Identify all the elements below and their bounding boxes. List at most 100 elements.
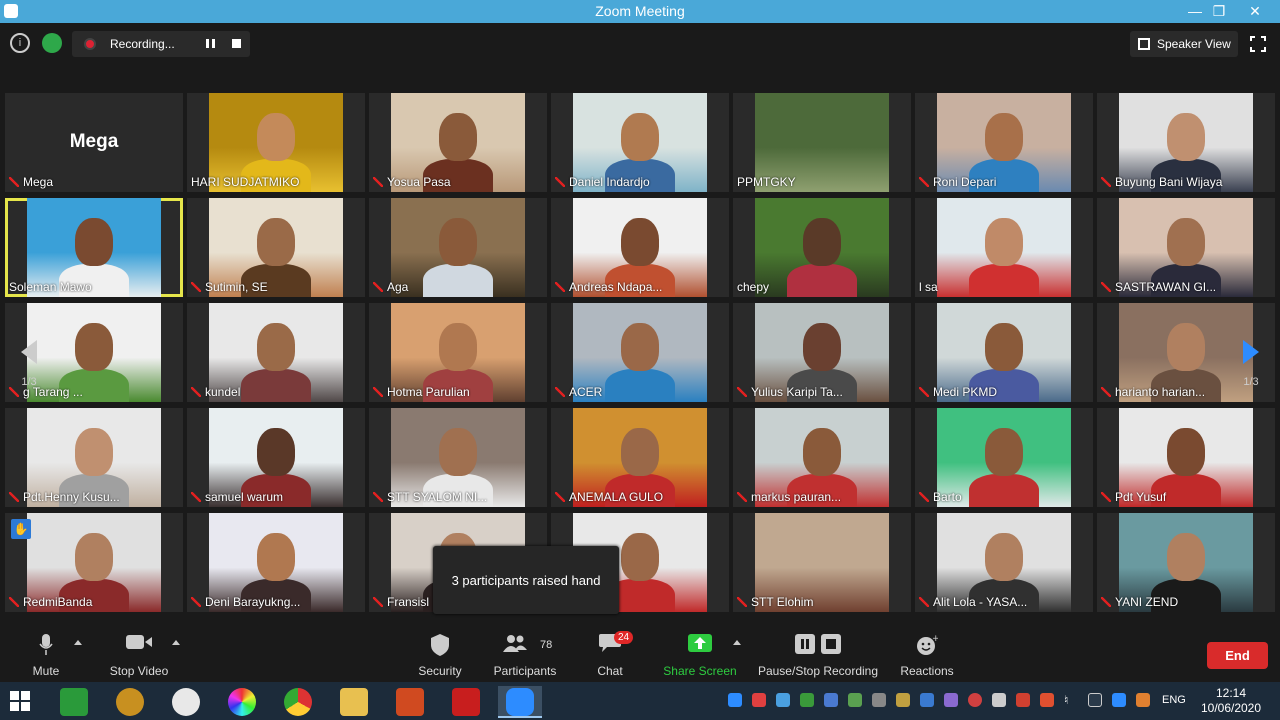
participant-tile[interactable]: Hotma Parulian: [369, 303, 547, 402]
pause-recording-icon[interactable]: [206, 39, 215, 48]
participant-tile[interactable]: STT Elohim: [733, 513, 911, 612]
participant-name-text: Sutimin, SE: [205, 280, 268, 294]
participant-tile[interactable]: Andreas Ndapa...: [551, 198, 729, 297]
shield-icon[interactable]: [42, 33, 62, 53]
language-indicator[interactable]: ENG: [1162, 694, 1186, 706]
reactions-button[interactable]: + Reactions: [896, 624, 958, 682]
muted-mic-icon: [919, 492, 929, 502]
taskbar-hp-icon[interactable]: [164, 686, 208, 718]
mute-button[interactable]: Mute: [22, 624, 70, 682]
tray-cloud-icon[interactable]: [1112, 693, 1126, 707]
participant-tile[interactable]: STT SYALOM NI...: [369, 408, 547, 507]
windows-start-icon[interactable]: [10, 691, 30, 711]
participant-tile[interactable]: Daniel Indardjo: [551, 93, 729, 192]
tray-network-icon[interactable]: [920, 693, 934, 707]
taskbar-color-icon[interactable]: [220, 686, 264, 718]
participant-tile[interactable]: Pdt.Henny Kusu...: [5, 408, 183, 507]
speaker-view-button[interactable]: Speaker View: [1130, 31, 1238, 57]
restore-button[interactable]: ❐: [1204, 0, 1234, 23]
participant-name: YANI ZEND: [1101, 595, 1178, 609]
taskbar-folder-icon[interactable]: [332, 686, 376, 718]
close-button[interactable]: ✕: [1240, 0, 1270, 23]
participant-name: samuel warum: [191, 490, 283, 504]
tray-books-icon[interactable]: [896, 693, 910, 707]
participant-tile[interactable]: Yosua Pasa: [369, 93, 547, 192]
chat-button[interactable]: 24 Chat: [588, 624, 634, 682]
fullscreen-icon[interactable]: [1250, 36, 1266, 52]
tray-input-icon[interactable]: [1136, 693, 1150, 707]
taskbar-chrome-icon[interactable]: [276, 686, 320, 718]
muted-mic-icon: [555, 387, 565, 397]
participant-tile[interactable]: samuel warum: [187, 408, 365, 507]
info-icon[interactable]: i: [10, 33, 30, 53]
participant-tile[interactable]: Roni Depari: [915, 93, 1093, 192]
muted-mic-icon: [555, 492, 565, 502]
tray-beats-icon[interactable]: [968, 693, 982, 707]
participant-name: SASTRAWAN GI...: [1101, 280, 1216, 294]
tray-dropbox-icon[interactable]: [776, 693, 790, 707]
participant-tile[interactable]: Soleman Mawo: [5, 198, 183, 297]
participant-tile[interactable]: Alit Lola - YASA...: [915, 513, 1093, 612]
wifi-signal-icon[interactable]: [1088, 693, 1102, 707]
participant-tile[interactable]: l sa: [915, 198, 1093, 297]
participant-tile[interactable]: markus pauran...: [733, 408, 911, 507]
participant-tile[interactable]: ✋ RedmiBanda: [5, 513, 183, 612]
taskbar-media-icon[interactable]: [108, 686, 152, 718]
participant-face: [75, 323, 113, 371]
video-options-caret-icon[interactable]: [172, 640, 180, 645]
participant-video: [937, 198, 1071, 297]
taskbar-clock[interactable]: 12:14 10/06/2020: [1196, 686, 1266, 716]
participant-name-large: Mega: [69, 131, 119, 152]
tray-bluetooth-icon[interactable]: [824, 693, 838, 707]
pause-stop-recording-button[interactable]: Pause/Stop Recording: [754, 624, 882, 682]
prev-page-button[interactable]: 1/3: [14, 340, 44, 388]
taskbar-acrobat-icon[interactable]: [444, 686, 488, 718]
participant-tile[interactable]: Sutimin, SE: [187, 198, 365, 297]
stop-video-button[interactable]: Stop Video: [104, 624, 174, 682]
participant-tile[interactable]: Mega Mega: [5, 93, 183, 192]
participant-tile[interactable]: HARI SUDJATMIKO: [187, 93, 365, 192]
participant-name: Sutimin, SE: [191, 280, 268, 294]
participant-tile[interactable]: SASTRAWAN GI...: [1097, 198, 1275, 297]
end-meeting-button[interactable]: End: [1207, 642, 1268, 669]
tray-app-icon[interactable]: [752, 693, 766, 707]
next-page-button[interactable]: 1/3: [1236, 340, 1266, 388]
participant-tile[interactable]: Medi PKMD: [915, 303, 1093, 402]
window-title: Zoom Meeting: [595, 3, 685, 19]
volume-icon[interactable]: ♮: [1064, 693, 1078, 707]
tray-nvidia-icon[interactable]: [800, 693, 814, 707]
mute-options-caret-icon[interactable]: [74, 640, 82, 645]
tray-pen-icon[interactable]: [872, 693, 886, 707]
participant-tile[interactable]: chepy: [733, 198, 911, 297]
participant-tile[interactable]: kundel: [187, 303, 365, 402]
taskbar-powerpoint-icon[interactable]: [388, 686, 432, 718]
security-button[interactable]: Security: [414, 624, 466, 682]
tray-device-icon[interactable]: [992, 693, 1006, 707]
tray-shield-icon[interactable]: [848, 693, 862, 707]
participant-tile[interactable]: Barto: [915, 408, 1093, 507]
participant-tile[interactable]: YANI ZEND: [1097, 513, 1275, 612]
participant-name-text: Roni Depari: [933, 175, 997, 189]
participant-tile[interactable]: PPMTGKY: [733, 93, 911, 192]
participant-tile[interactable]: ANEMALA GULO: [551, 408, 729, 507]
participant-name: chepy: [737, 280, 769, 294]
participant-tile[interactable]: Buyung Bani Wijaya: [1097, 93, 1275, 192]
taskbar-store-icon[interactable]: [52, 686, 96, 718]
stop-recording-icon[interactable]: [232, 39, 241, 48]
participants-icon: [503, 635, 527, 652]
tray-notification-icon[interactable]: [1040, 693, 1054, 707]
taskbar-zoom-icon[interactable]: [498, 686, 542, 718]
participant-tile[interactable]: Pdt Yusuf: [1097, 408, 1275, 507]
participant-tile[interactable]: Deni Barayukng...: [187, 513, 365, 612]
participant-tile[interactable]: Aga: [369, 198, 547, 297]
participant-name: markus pauran...: [737, 490, 841, 504]
participant-tile[interactable]: Yulius Karipi Ta...: [733, 303, 911, 402]
participant-tile[interactable]: ACER: [551, 303, 729, 402]
share-options-caret-icon[interactable]: [733, 640, 741, 645]
share-screen-button[interactable]: Share Screen: [660, 624, 740, 682]
tray-zoom-icon[interactable]: [728, 693, 742, 707]
tray-sync-icon[interactable]: [944, 693, 958, 707]
participant-name-text: chepy: [737, 280, 770, 294]
tray-battery-app-icon[interactable]: [1016, 693, 1030, 707]
participants-button[interactable]: 78 Participants: [488, 624, 562, 682]
